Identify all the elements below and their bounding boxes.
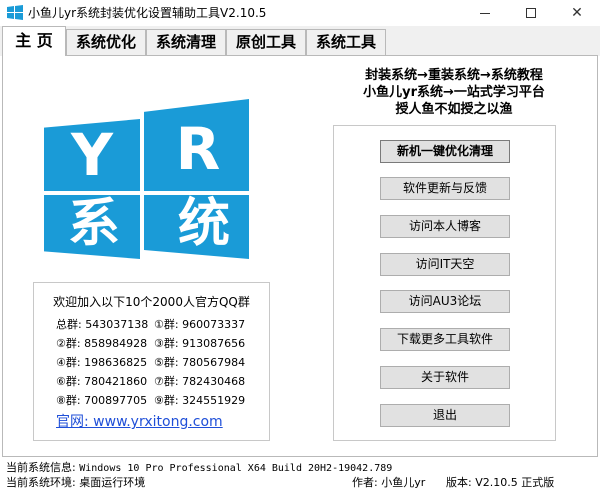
app-logo-icon [7, 5, 23, 20]
version-value: V2.10.5 正式版 [475, 476, 555, 489]
qq-groups-box: 欢迎加入以下10个2000人官方QQ群 总群: 543037138 ①群: 96… [33, 282, 270, 441]
system-env-value: 桌面运行环境 [79, 476, 146, 489]
qq-group-item: ⑦群: 782430468 [154, 375, 246, 388]
visit-itsk-button[interactable]: 访问IT天空 [380, 253, 510, 276]
system-info-value: Windows 10 Pro Professional X64 Build 20… [79, 463, 393, 474]
tab-system-clean[interactable]: 系统清理 [146, 29, 226, 56]
title-bar[interactable]: 小鱼儿yr系统封装优化设置辅助工具V2.10.5 ✕ [0, 0, 600, 26]
system-info-line: 当前系统信息: Windows 10 Pro Professional X64 … [6, 461, 392, 476]
system-env-label: 当前系统环境: [6, 476, 76, 489]
system-env-line: 当前系统环境: 桌面运行环境 [6, 476, 145, 490]
system-info-label: 当前系统信息: [6, 461, 76, 474]
tab-original-tools[interactable]: 原创工具 [226, 29, 306, 56]
visit-au3-forum-button[interactable]: 访问AU3论坛 [380, 290, 510, 313]
qq-group-item: ⑨群: 324551929 [154, 394, 246, 407]
slogan-line-3: 授人鱼不如授之以渔 [395, 102, 513, 117]
qq-group-item: ⑧群: 700897705 [56, 394, 148, 407]
qq-group-item: ⑤群: 780567984 [154, 356, 246, 369]
version-label: 版本: [446, 476, 472, 489]
download-more-tools-button[interactable]: 下载更多工具软件 [380, 328, 510, 351]
qq-group-item: ④群: 198636825 [56, 356, 148, 369]
slogan-line-1: 封装系统→重装系统→系统教程 [365, 68, 543, 83]
qq-group-item: 总群: 543037138 [56, 318, 149, 331]
qq-groups-title: 欢迎加入以下10个2000人官方QQ群 [53, 295, 250, 309]
logo-char-tong: 统 [177, 194, 230, 254]
qq-group-item: ③群: 913087656 [154, 337, 246, 350]
author-value: 小鱼儿yr [381, 476, 426, 489]
tab-system-tools[interactable]: 系统工具 [306, 29, 386, 56]
window-title: 小鱼儿yr系统封装优化设置辅助工具V2.10.5 [28, 6, 267, 20]
tab-system-optimize[interactable]: 系统优化 [66, 29, 146, 56]
maximize-icon [526, 8, 536, 18]
qq-group-item: ①群: 960073337 [154, 318, 246, 331]
author-label: 作者: [352, 476, 378, 489]
yr-system-logo: Y R 系 统 [44, 99, 249, 259]
close-icon: ✕ [571, 5, 583, 21]
official-website-link[interactable]: 官网: www.yrxitong.com [56, 413, 223, 431]
qq-group-item: ②群: 858984928 [56, 337, 148, 350]
close-button[interactable]: ✕ [554, 0, 600, 26]
tab-strip: 主 页 系统优化 系统清理 原创工具 系统工具 [0, 26, 600, 56]
author-line: 作者: 小鱼儿yr [352, 476, 425, 490]
qq-group-item: ⑥群: 780421860 [56, 375, 148, 388]
exit-button[interactable]: 退出 [380, 404, 510, 427]
about-button[interactable]: 关于软件 [380, 366, 510, 389]
logo-letter-y: Y [71, 121, 113, 189]
maximize-button[interactable] [508, 0, 554, 26]
logo-letter-r: R [175, 115, 221, 183]
version-line: 版本: V2.10.5 正式版 [446, 476, 554, 490]
actions-box: 新机一键优化清理 软件更新与反馈 访问本人博客 访问IT天空 访问AU3论坛 下… [333, 125, 556, 441]
tab-home[interactable]: 主 页 [2, 26, 66, 56]
minimize-icon [480, 12, 490, 14]
update-feedback-button[interactable]: 软件更新与反馈 [380, 177, 510, 200]
slogan-line-2: 小鱼儿yr系统→一站式学习平台 [363, 85, 545, 100]
logo-char-xi: 系 [67, 194, 120, 254]
one-click-optimize-button[interactable]: 新机一键优化清理 [380, 140, 510, 163]
minimize-button[interactable] [462, 0, 508, 26]
visit-blog-button[interactable]: 访问本人博客 [380, 215, 510, 238]
